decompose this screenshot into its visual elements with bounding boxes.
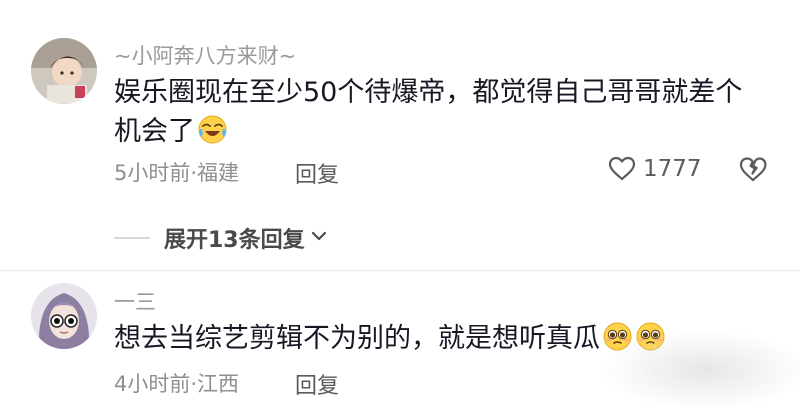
pleading-face-emoji-icon [602,321,633,352]
avatar[interactable] [31,38,97,104]
comment-text-line: 娱乐圈现在至少50个待爆帝，都觉得自己哥哥就差个 [114,77,743,108]
comment-meta: 4小时前·江西 [114,372,240,396]
comment-text: 想去当综艺剪辑不为别的，就是想听真瓜 [114,319,774,358]
avatar-image [31,38,97,104]
chevron-down-icon [309,226,329,250]
expand-replies-button[interactable]: 展开13条回复 [114,222,329,254]
comment-meta: 5小时前·福建 [114,161,240,185]
comment-text-segment: 机会了 [114,116,195,147]
expand-divider-line [114,237,150,239]
avatar[interactable] [31,283,97,349]
comment-item: 一三 想去当综艺剪辑不为别的，就是想听真瓜 4小时前·江西 回复 [0,271,800,415]
like-button[interactable]: 1777 [607,154,702,184]
comment-text-line: 机会了 [114,112,774,151]
crying-laughing-emoji-icon [197,114,228,145]
reply-button[interactable]: 回复 [295,368,339,400]
comment-username[interactable]: 一三 [114,286,156,316]
like-count: 1777 [643,156,702,182]
expand-replies-label: 展开13条回复 [164,228,305,253]
comment-text-segment: 想去当综艺剪辑不为别的，就是想听真瓜 [114,323,600,354]
comment-text: 娱乐圈现在至少50个待爆帝，都觉得自己哥哥就差个 机会了 [114,73,774,151]
avatar-image [31,283,97,349]
pleading-face-emoji-icon [635,321,666,352]
heart-icon [608,156,636,181]
broken-heart-icon [739,157,767,182]
comment-username[interactable]: ~小阿奔八方来财~ [114,40,296,70]
comment-item: ~小阿奔八方来财~ 娱乐圈现在至少50个待爆帝，都觉得自己哥哥就差个 机会了 5… [0,0,800,270]
dislike-button[interactable] [737,154,769,188]
reply-button[interactable]: 回复 [295,157,339,189]
